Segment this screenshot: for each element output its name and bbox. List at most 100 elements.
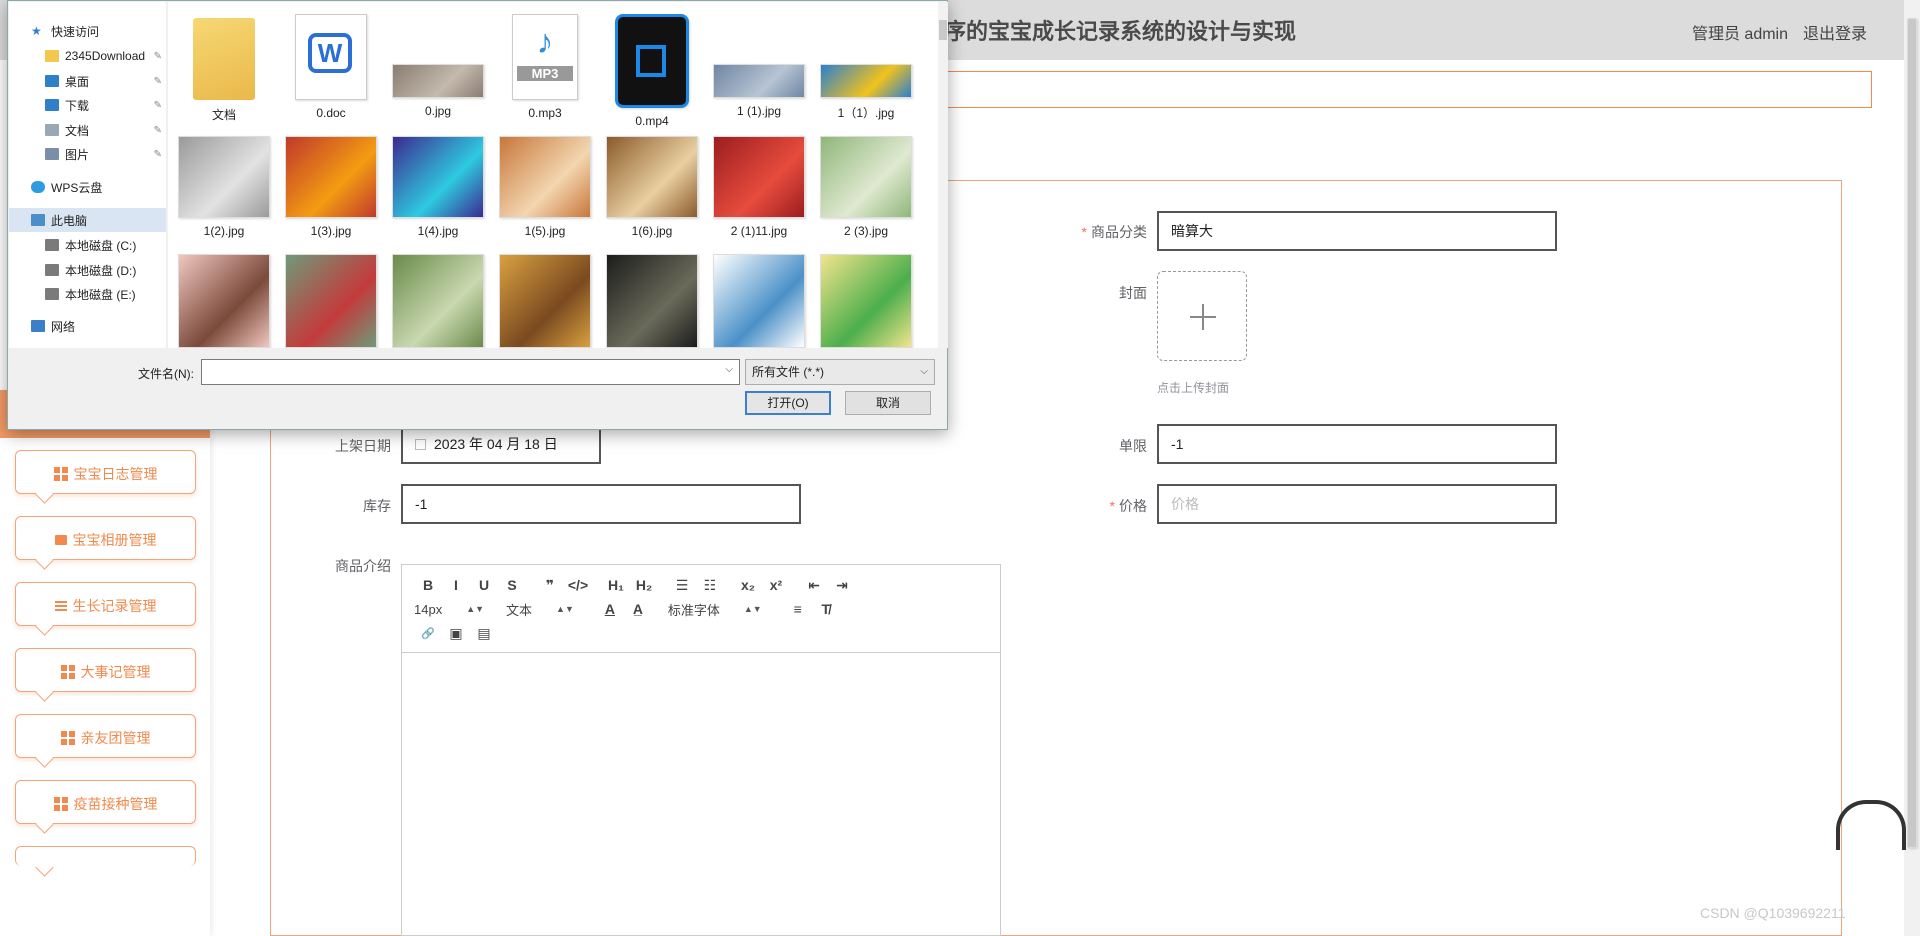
- file-item[interactable]: 1(6).jpg: [602, 132, 702, 238]
- date-picker[interactable]: 2023 年 04 月 18 日: [401, 424, 601, 464]
- image-button[interactable]: ▣: [442, 622, 470, 644]
- link-button[interactable]: 🔗: [414, 622, 442, 644]
- file-item[interactable]: [174, 250, 274, 348]
- background-color-button[interactable]: A̲: [624, 598, 652, 620]
- file-item[interactable]: [495, 250, 595, 348]
- file-item[interactable]: [816, 250, 916, 348]
- image-thumbnail: [178, 254, 270, 348]
- desktop-icon: [45, 75, 59, 87]
- nav-item[interactable]: 下载 ✎: [9, 93, 166, 117]
- upload-tip: 点击上传封面: [1157, 381, 1230, 395]
- clear-format-button[interactable]: T̸: [812, 598, 840, 620]
- nav-item[interactable]: 网络: [9, 314, 166, 338]
- file-item[interactable]: 1(5).jpg: [495, 132, 595, 238]
- nav-item[interactable]: 图片 ✎: [9, 142, 166, 166]
- file-item[interactable]: 2 (3).jpg: [816, 132, 916, 238]
- file-item[interactable]: 1 (1).jpg: [709, 14, 809, 118]
- decorative-cloud-icon: [1836, 800, 1906, 850]
- file-item[interactable]: 1(4).jpg: [388, 132, 488, 238]
- chevron-down-icon[interactable]: ⌵: [725, 364, 733, 375]
- cover-upload-button[interactable]: [1157, 271, 1247, 361]
- file-item[interactable]: 2 (1)11.jpg: [709, 132, 809, 238]
- file-grid-scrollbar[interactable]: [938, 2, 948, 348]
- category-field[interactable]: 暗算大: [1157, 211, 1557, 251]
- toolbar-row-media: 🔗 ▣ ▤: [414, 621, 988, 645]
- file-item[interactable]: ♪ MP3 0.mp3: [495, 14, 595, 120]
- category-label: * 商品分类: [1081, 224, 1147, 240]
- ordered-list-button[interactable]: ☰: [668, 574, 696, 596]
- image-thumbnail: [392, 64, 484, 98]
- drive-icon: [45, 288, 59, 300]
- file-item[interactable]: 0.jpg: [388, 14, 488, 118]
- sidebar-item-milestones[interactable]: 大事记管理: [15, 648, 196, 692]
- font-size-select[interactable]: 14px ▲▼: [414, 602, 484, 617]
- h2-button[interactable]: H₂: [630, 574, 658, 596]
- h1-button[interactable]: H₁: [602, 574, 630, 596]
- underline-button[interactable]: U: [470, 574, 498, 596]
- file-item[interactable]: 1(3).jpg: [281, 132, 381, 238]
- price-field[interactable]: 价格: [1157, 484, 1557, 524]
- nav-item[interactable]: 文档 ✎: [9, 118, 166, 142]
- stock-field[interactable]: -1: [401, 484, 801, 524]
- nav-item-label: 下载: [65, 98, 90, 113]
- nav-item[interactable]: 本地磁盘 (D:): [9, 258, 166, 282]
- sidebar-item-baby-album[interactable]: 宝宝相册管理: [15, 516, 196, 560]
- font-family-select[interactable]: 标准字体 ▲▼: [668, 600, 762, 619]
- price-label: * 价格: [1109, 498, 1147, 514]
- video-button[interactable]: ▤: [470, 622, 498, 644]
- nav-item[interactable]: WPS云盘: [9, 175, 166, 199]
- sidebar-item-vaccination[interactable]: 疫苗接种管理: [15, 780, 196, 824]
- file-item[interactable]: [709, 250, 809, 348]
- file-item[interactable]: W 0.doc: [281, 14, 381, 120]
- nav-item-label: 本地磁盘 (C:): [65, 238, 137, 253]
- image-thumbnail: [713, 136, 805, 218]
- rich-text-editor[interactable]: B I U S ❞ </> H₁ H₂ ☰ ☷ x₂ x² ⇤ ⇥ 14px ▲▼ 文本 ▲▼ A A̲ 标准…: [401, 564, 1001, 936]
- file-item[interactable]: 1(2).jpg: [174, 132, 274, 238]
- quote-button[interactable]: ❞: [536, 574, 564, 596]
- sidebar-item-family-group[interactable]: 亲友团管理: [15, 714, 196, 758]
- nav-item[interactable]: 本地磁盘 (E:): [9, 282, 166, 306]
- filename-input[interactable]: ⌵: [201, 359, 740, 385]
- italic-button[interactable]: I: [442, 574, 470, 596]
- folder-item[interactable]: 文档: [174, 14, 274, 123]
- block-type-select[interactable]: 文本 ▲▼: [506, 600, 574, 619]
- sidebar-item-partial[interactable]: [15, 846, 196, 866]
- cancel-button[interactable]: 取消: [845, 391, 931, 415]
- limit-label: 单限: [1119, 438, 1147, 454]
- nav-item[interactable]: 2345Download ✎: [9, 44, 166, 68]
- file-item[interactable]: [281, 250, 381, 348]
- limit-field[interactable]: -1: [1157, 424, 1557, 464]
- image-thumbnail: [713, 64, 805, 98]
- file-item[interactable]: [388, 250, 488, 348]
- nav-item[interactable]: 此电脑: [9, 208, 166, 232]
- indent-button[interactable]: ⇥: [828, 574, 856, 596]
- align-button[interactable]: ≡: [784, 598, 812, 620]
- code-button[interactable]: </>: [564, 574, 592, 596]
- pin-icon: ✎: [153, 148, 162, 160]
- file-name-label: 1 (1).jpg: [736, 104, 782, 118]
- open-button[interactable]: 打开(O): [745, 391, 831, 415]
- nav-item[interactable]: ★ 快速访问: [9, 19, 166, 43]
- page-scrollbar[interactable]: [1904, 0, 1920, 936]
- filetype-select[interactable]: 所有文件 (*.*) ⌵: [745, 359, 935, 385]
- sidebar-item-baby-log[interactable]: 宝宝日志管理: [15, 450, 196, 494]
- sidebar: 宝宝日志管理 宝宝相册管理 生长记录管理 大事记管理 亲友团管理 疫苗接种管理: [0, 390, 210, 936]
- image-thumbnail: [606, 136, 698, 218]
- superscript-button[interactable]: x²: [762, 574, 790, 596]
- nav-item[interactable]: 本地磁盘 (C:): [9, 233, 166, 257]
- file-item[interactable]: 1（1）.jpg: [816, 14, 916, 121]
- bold-button[interactable]: B: [414, 574, 442, 596]
- file-item[interactable]: 0.mp4: [602, 14, 702, 128]
- bullet-list-button[interactable]: ☷: [696, 574, 724, 596]
- font-color-button[interactable]: A: [596, 598, 624, 620]
- nav-item[interactable]: 桌面 ✎: [9, 69, 166, 93]
- subscript-button[interactable]: x₂: [734, 574, 762, 596]
- file-item[interactable]: [602, 250, 702, 348]
- page-scrollbar-thumb[interactable]: [1907, 18, 1917, 848]
- outdent-button[interactable]: ⇤: [800, 574, 828, 596]
- drive-icon: [45, 239, 59, 251]
- strike-button[interactable]: S: [498, 574, 526, 596]
- logout-link[interactable]: 退出登录: [1803, 20, 1867, 44]
- editor-content-area[interactable]: [402, 653, 1000, 935]
- sidebar-item-growth-record[interactable]: 生长记录管理: [15, 582, 196, 626]
